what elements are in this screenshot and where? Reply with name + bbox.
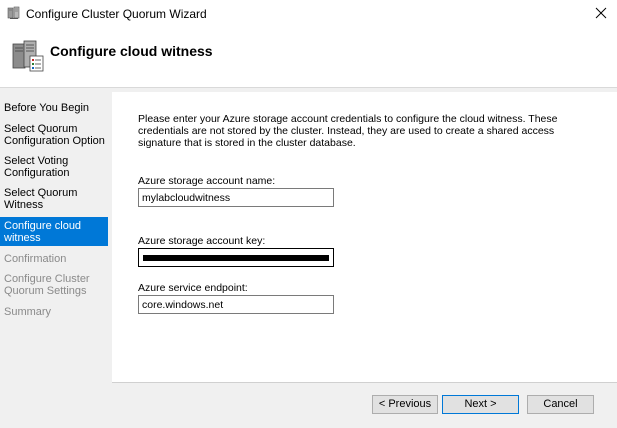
window-title: Configure Cluster Quorum Wizard: [26, 7, 207, 21]
step-before-you-begin[interactable]: Before You Begin: [0, 102, 108, 114]
cluster-server-icon: [10, 38, 46, 74]
title-bar: Configure Cluster Quorum Wizard: [0, 0, 617, 28]
step-configure-cluster-quorum-settings: Configure Cluster Quorum Settings: [4, 273, 90, 297]
wizard-steps-sidebar: Before You Begin Select Quorum Configura…: [0, 88, 110, 428]
step-summary: Summary: [4, 306, 52, 318]
step-select-voting-configuration[interactable]: Select Voting Configuration: [0, 155, 108, 179]
step-select-quorum-configuration-option[interactable]: Select Quorum Configuration Option: [0, 123, 108, 147]
instructions-text: Please enter your Azure storage account …: [138, 113, 558, 149]
footer-divider: [112, 382, 617, 383]
account-key-label: Azure storage account key:: [138, 235, 266, 247]
cluster-server-icon: [7, 6, 21, 20]
step-select-quorum-witness[interactable]: Select Quorum Witness: [0, 187, 108, 211]
step-confirmation: Confirmation: [4, 253, 67, 265]
account-name-field[interactable]: mylabcloudwitness: [138, 188, 334, 207]
step-configure-cloud-witness[interactable]: Configure cloud witness: [0, 217, 108, 246]
wizard-header: Configure cloud witness: [0, 28, 617, 88]
account-key-field[interactable]: [138, 248, 334, 267]
close-icon: [595, 7, 607, 22]
page-title: Configure cloud witness: [50, 43, 213, 59]
cancel-button[interactable]: Cancel: [527, 395, 594, 414]
account-name-label: Azure storage account name:: [138, 175, 276, 187]
endpoint-label: Azure service endpoint:: [138, 282, 248, 294]
next-button[interactable]: Next >: [442, 395, 519, 414]
redacted-key-bar: [143, 255, 329, 261]
endpoint-field[interactable]: core.windows.net: [138, 295, 334, 314]
previous-button[interactable]: < Previous: [372, 395, 438, 414]
close-button[interactable]: [584, 2, 617, 26]
